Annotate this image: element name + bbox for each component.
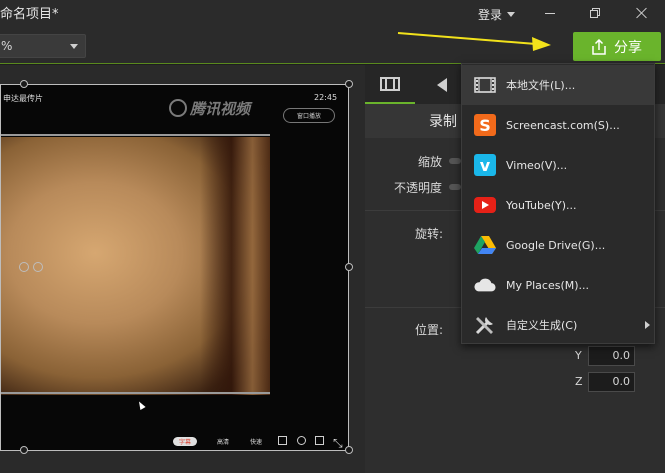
- panel-header-label: 录制: [429, 114, 457, 130]
- film-icon: [474, 74, 496, 96]
- minimize-icon: [545, 12, 555, 14]
- video-badge: 字幕: [173, 437, 197, 446]
- video-popout-text: 窗口播放: [296, 113, 321, 120]
- menu-item-vimeo[interactable]: v Vimeo(V)...: [462, 145, 654, 185]
- title-bar: 命名项目* 登录: [0, 0, 665, 30]
- menu-item-screencast[interactable]: S Screencast.com(S)...: [462, 105, 654, 145]
- menu-item-my-places[interactable]: My Places(M)...: [462, 265, 654, 305]
- rotate-handle[interactable]: [19, 262, 29, 272]
- resize-handle-top-right[interactable]: [345, 80, 353, 88]
- menu-item-label: Vimeo(V)...: [506, 158, 568, 172]
- film-icon: [380, 76, 400, 91]
- scale-label: 缩放: [418, 155, 443, 169]
- video-ctl-hd: 高清: [217, 439, 230, 446]
- y-input[interactable]: 0.0: [588, 346, 635, 366]
- menu-item-label: My Places(M)...: [506, 278, 590, 292]
- menu-item-label: Screencast.com(S)...: [506, 118, 620, 132]
- menu-item-label: 本地文件(L)...: [506, 79, 576, 92]
- scale-slider[interactable]: [449, 158, 461, 164]
- tab-audio[interactable]: [417, 65, 467, 104]
- share-button[interactable]: 分享: [573, 32, 661, 61]
- gear-icon: [297, 436, 306, 445]
- resize-handle-bottom[interactable]: [20, 446, 28, 454]
- svg-text:S: S: [479, 116, 491, 135]
- video-logo-text: 腾讯视频: [190, 100, 251, 118]
- chevron-down-icon: [507, 12, 516, 17]
- menu-item-google-drive[interactable]: Google Drive(G)...: [462, 225, 654, 265]
- close-button[interactable]: [631, 3, 653, 23]
- share-icon: [592, 38, 606, 55]
- video-controls: 字幕 高清 快速 ⤡: [1, 434, 348, 450]
- menu-item-label: YouTube(Y)...: [506, 198, 577, 212]
- tools-icon: [474, 314, 496, 336]
- video-time-text: 22:45: [314, 93, 338, 102]
- minimize-button[interactable]: [539, 3, 561, 23]
- video-clip[interactable]: 申达最传片 22:45 腾讯视频 窗口播放 字幕 高清 快速 ⤡: [0, 84, 349, 451]
- video-divider-top: [1, 134, 270, 136]
- vimeo-icon: v: [474, 154, 496, 176]
- zoom-select[interactable]: %: [0, 34, 86, 58]
- expand-icon: ⤡: [333, 436, 343, 450]
- volume-icon: [278, 436, 287, 445]
- speaker-icon: [437, 77, 447, 92]
- play-logo-icon: [169, 99, 187, 117]
- y-label: Y: [575, 349, 582, 362]
- rotation-label: 旋转:: [415, 227, 444, 241]
- z-input[interactable]: 0.0: [588, 372, 635, 392]
- resize-handle-right[interactable]: [345, 263, 353, 271]
- center-handle[interactable]: [33, 262, 43, 272]
- video-ctl-speed: 快速: [250, 439, 263, 446]
- window-title: 命名项目*: [0, 7, 59, 22]
- chevron-right-icon: [645, 321, 650, 329]
- youtube-icon: [474, 194, 496, 216]
- z-label: Z: [575, 375, 583, 388]
- position-label: 位置:: [415, 323, 444, 337]
- google-drive-icon: [474, 234, 496, 256]
- share-label: 分享: [614, 39, 642, 56]
- cloud-icon: [474, 274, 496, 296]
- video-popout-label: 窗口播放: [283, 108, 335, 123]
- menu-item-label: 自定义生成(C): [506, 319, 578, 332]
- toolbar: %: [0, 30, 665, 64]
- menu-item-label: Google Drive(G)...: [506, 238, 606, 252]
- menu-item-custom-production[interactable]: 自定义生成(C): [462, 305, 654, 345]
- menu-item-youtube[interactable]: YouTube(Y)...: [462, 185, 654, 225]
- opacity-label: 不透明度: [394, 181, 443, 195]
- restore-icon: [590, 8, 600, 18]
- maximize-button[interactable]: [584, 3, 606, 23]
- login-label: 登录: [478, 8, 503, 22]
- chevron-down-icon: [70, 44, 78, 49]
- tab-visual[interactable]: [365, 65, 415, 104]
- preview-canvas[interactable]: 申达最传片 22:45 腾讯视频 窗口播放 字幕 高清 快速 ⤡: [0, 65, 365, 473]
- opacity-slider[interactable]: [449, 184, 461, 190]
- fullscreen-icon: [315, 436, 324, 445]
- video-logo: 腾讯视频: [169, 98, 250, 119]
- resize-handle-bottom-right[interactable]: [345, 446, 353, 454]
- login-button[interactable]: 登录: [478, 6, 516, 23]
- svg-text:v: v: [480, 156, 491, 175]
- resize-handle-top[interactable]: [20, 80, 28, 88]
- menu-item-local-file[interactable]: 本地文件(L)...: [462, 65, 654, 105]
- screencast-icon: S: [474, 114, 496, 136]
- share-menu: 本地文件(L)... S Screencast.com(S)... v Vime…: [461, 63, 655, 344]
- zoom-value: %: [1, 39, 13, 53]
- video-divider-bottom: [1, 392, 270, 394]
- video-title-text: 申达最传片: [3, 94, 43, 103]
- annotation-arrow: [397, 32, 551, 51]
- close-icon: [636, 7, 648, 19]
